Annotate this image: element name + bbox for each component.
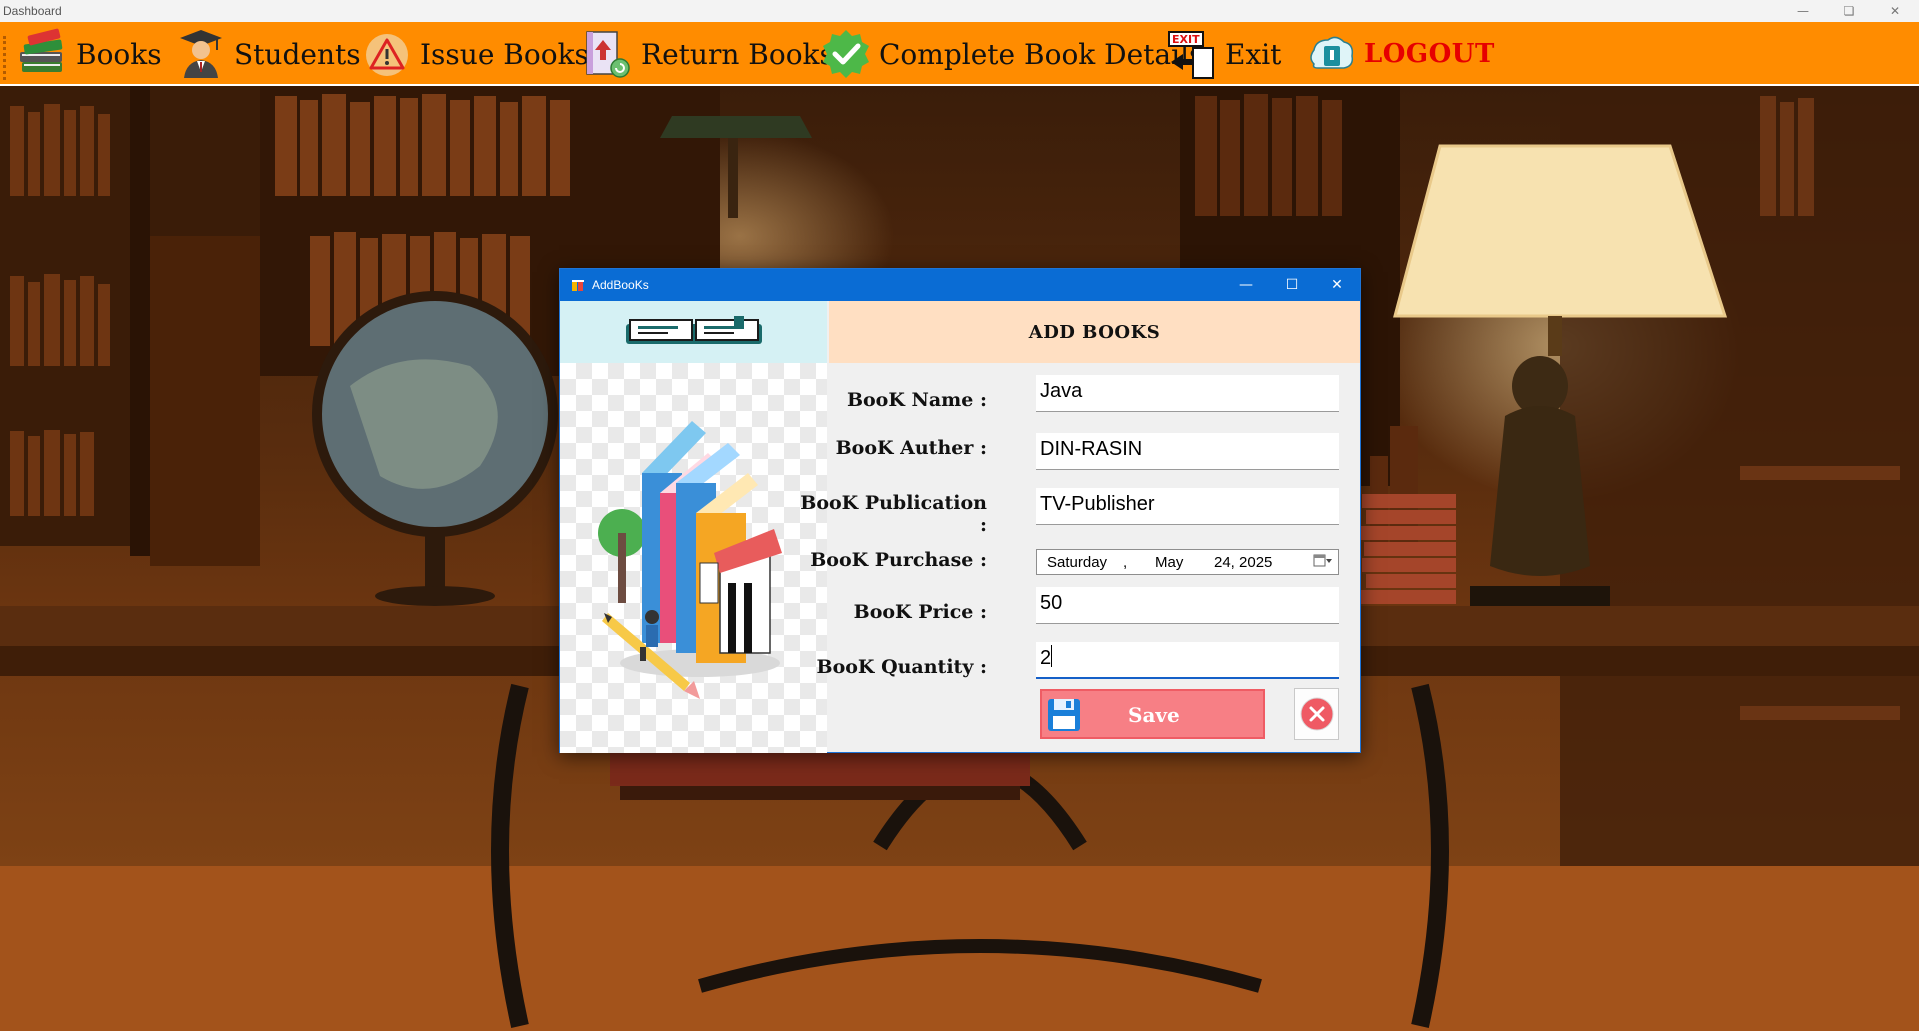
add-books-dialog: AddBooKs — ☐ ✕ ADD BOOKS BooK Name: Jav… xyxy=(559,268,1361,753)
restore-icon[interactable]: ❏ xyxy=(1826,0,1872,22)
app-icon xyxy=(571,278,585,292)
book-price-input[interactable]: 50 xyxy=(1036,587,1339,624)
main-menu-bar: Books Students Issue Books Return Books … xyxy=(0,22,1919,86)
floppy-disk-icon xyxy=(1048,699,1080,731)
warning-icon xyxy=(362,28,412,80)
date-day-year: 24, 2025 xyxy=(1214,554,1273,571)
date-day: Saturday xyxy=(1047,554,1108,571)
menu-item-issue-books[interactable]: Issue Books xyxy=(362,22,589,86)
book-author-input[interactable]: DIN-RASIN xyxy=(1036,433,1339,470)
book-publication-label: BooK Publication : xyxy=(800,492,987,536)
book-quantity-input[interactable]: 2 xyxy=(1036,642,1339,679)
book-price-label: BooK Price : xyxy=(853,601,987,623)
menu-label-complete-book-details: Complete Book Details xyxy=(879,37,1204,71)
menu-item-logout[interactable]: LOGOUT xyxy=(1306,22,1495,86)
menu-label-exit: Exit xyxy=(1225,37,1282,71)
date-separator: , xyxy=(1123,554,1128,571)
dialog-close-icon[interactable]: ✕ xyxy=(1314,269,1360,301)
book-quantity-label: BooK Quantity : xyxy=(816,656,987,678)
minimize-icon[interactable]: — xyxy=(1780,0,1826,22)
save-button[interactable]: Save xyxy=(1040,689,1265,739)
close-circle-icon xyxy=(1300,697,1333,731)
menu-item-return-books[interactable]: Return Books xyxy=(583,22,834,86)
menu-label-students: Students xyxy=(234,37,361,71)
date-month: May xyxy=(1155,554,1184,571)
text-caret xyxy=(1051,645,1053,667)
book-name-input[interactable]: Java xyxy=(1036,375,1339,412)
book-publication-input[interactable]: TV-Publisher xyxy=(1036,488,1339,525)
return-book-icon xyxy=(583,28,633,80)
book-purchase-datepicker[interactable]: Saturday , May 24, 2025 xyxy=(1036,549,1339,575)
checkmark-icon xyxy=(821,28,871,80)
open-book-header xyxy=(560,301,827,363)
cancel-button[interactable] xyxy=(1294,688,1339,740)
menu-label-logout: LOGOUT xyxy=(1364,39,1495,69)
menu-item-students[interactable]: Students xyxy=(176,22,361,86)
open-book-icon xyxy=(625,316,762,344)
window-titlebar: Dashboard — ❏ ✕ xyxy=(0,0,1919,22)
close-icon[interactable]: ✕ xyxy=(1872,0,1918,22)
menu-item-complete-book-details[interactable]: Complete Book Details xyxy=(821,22,1203,86)
menu-item-exit[interactable]: EXIT Exit xyxy=(1167,22,1281,86)
exit-door-icon: EXIT xyxy=(1167,28,1217,80)
book-name-label: BooK Name : xyxy=(846,389,987,411)
window-title: Dashboard xyxy=(3,4,62,18)
graduate-icon xyxy=(176,28,226,80)
books-stack-icon xyxy=(18,28,68,80)
dialog-maximize-icon[interactable]: ☐ xyxy=(1269,269,1315,301)
save-button-label: Save xyxy=(1128,703,1180,727)
logout-icon xyxy=(1306,28,1356,80)
dialog-minimize-icon[interactable]: — xyxy=(1223,269,1269,301)
form-header: ADD BOOKS xyxy=(829,301,1360,363)
menu-label-issue-books: Issue Books xyxy=(420,37,589,71)
menu-label-books: Books xyxy=(76,37,162,71)
dialog-title: AddBooKs xyxy=(592,278,649,292)
book-purchase-label: BooK Purchase : xyxy=(810,549,987,571)
book-quantity-value: 2 xyxy=(1040,647,1052,669)
calendar-dropdown-icon[interactable] xyxy=(1313,553,1333,573)
dialog-titlebar[interactable]: AddBooKs — ☐ ✕ xyxy=(560,269,1360,301)
svg-text:EXIT: EXIT xyxy=(1172,33,1200,46)
menu-label-return-books: Return Books xyxy=(641,37,834,71)
menu-item-books[interactable]: Books xyxy=(18,22,162,86)
form-title: ADD BOOKS xyxy=(1028,321,1161,343)
book-author-label: BooK Auther : xyxy=(835,437,987,459)
